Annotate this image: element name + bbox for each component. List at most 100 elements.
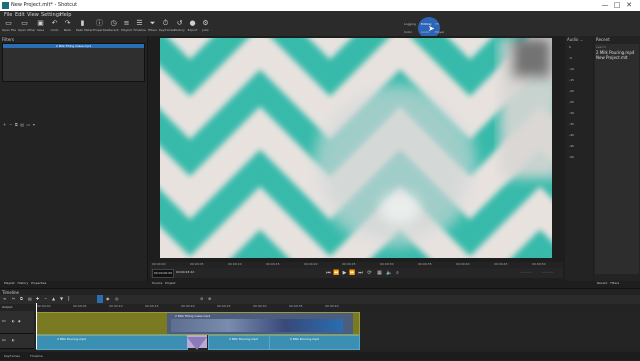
overwrite-icon[interactable]: ▼	[60, 296, 63, 301]
timeline-button[interactable]: ☰ Timeline	[133, 20, 146, 35]
fast-forward-icon[interactable]: ⏩	[349, 269, 356, 277]
properties-button[interactable]: ⓘ Properties	[93, 20, 108, 35]
menu-view[interactable]: View	[27, 12, 39, 18]
split-icon[interactable]: ⫿	[68, 296, 69, 301]
recent-list[interactable]: search 2 Milk Pouring.mp4 New Project.ml…	[595, 44, 639, 274]
scrub-icon[interactable]: ◉	[106, 296, 110, 301]
paste-icon[interactable]: ▤	[28, 296, 32, 301]
meter-scale-label: 0	[569, 45, 571, 49]
remove-icon[interactable]: −	[44, 296, 47, 301]
loop-icon[interactable]: ⟳	[366, 269, 373, 277]
remove-filter-button[interactable]: −	[9, 122, 12, 127]
layout-logging[interactable]: Logging	[404, 22, 416, 26]
keyframes-button[interactable]: ⏱ Keyframes	[159, 20, 175, 35]
deselect-filter-button[interactable]: ▭	[27, 122, 31, 127]
skip-next-icon[interactable]: ⏭	[357, 269, 364, 277]
video-frame[interactable]	[160, 38, 552, 258]
tab-history[interactable]: History	[18, 281, 29, 285]
filter-icon: ⏷	[149, 19, 156, 27]
timeline-ruler[interactable]: 00:00:00 00:00:05 00:00:10 00:00:15 00:0…	[35, 304, 365, 310]
meter-scale-label: -5	[569, 56, 572, 60]
transition-marker[interactable]	[187, 335, 207, 350]
play-icon[interactable]: ▶	[341, 269, 348, 277]
menu-edit[interactable]: Edit	[15, 12, 25, 18]
video-clip[interactable]: 2 Milk Filling Glass.mp4	[36, 312, 360, 335]
tl-ruler-tick: 00:00:20	[181, 304, 195, 308]
mute-icon[interactable]: ◐	[12, 338, 15, 342]
ripple-icon[interactable]: ◎	[115, 296, 119, 301]
jobs-icon: ⚙	[202, 19, 209, 27]
meter-scale-label: -35	[569, 122, 574, 126]
skip-previous-icon[interactable]: ⏮	[325, 269, 332, 277]
tab-source[interactable]: Source	[152, 281, 162, 285]
playlist-button[interactable]: ≡ Playlist	[120, 20, 133, 35]
right-panel-tabs: Recent Filters	[597, 281, 619, 287]
video-clip-label: 2 Milk Filling Glass.mp4	[175, 314, 211, 318]
meter-icon: ▮	[80, 19, 85, 27]
append-icon[interactable]: ✚	[36, 296, 39, 301]
lift-icon[interactable]: ▲	[52, 296, 55, 301]
tab-filters[interactable]: Filters	[610, 281, 619, 285]
undo-button[interactable]: ↶ Undo	[48, 20, 61, 35]
menu-settings[interactable]: Settings	[41, 12, 62, 18]
recent-button[interactable]: ◷ Recent	[107, 20, 120, 35]
rewind-icon[interactable]: ⏪	[333, 269, 340, 277]
tab-keyframes[interactable]: Keyframes	[4, 354, 20, 358]
filter-menu-button[interactable]: ▾	[33, 122, 35, 127]
menu-file[interactable]: File	[4, 12, 12, 18]
audio-clip[interactable]: 2 Milk Pouring.mp4	[36, 335, 188, 350]
minimize-button[interactable]: —	[600, 1, 610, 10]
layout-fx[interactable]: FX	[435, 22, 439, 26]
audio-meter-panel: Audio ... 0 -5 -10 -15 -20 -25 -30 -35 -…	[565, 36, 593, 281]
zoom-in-icon[interactable]: ⊕	[208, 296, 211, 301]
layout-color[interactable]: Color	[404, 30, 412, 34]
copy-filter-button[interactable]: ⧉	[15, 122, 18, 127]
recent-panel: Recent search 2 Milk Pouring.mp4 New Pro…	[594, 36, 640, 281]
folder-icon: ▭	[5, 19, 12, 27]
recent-item[interactable]: New Project.mlt	[595, 55, 639, 60]
add-filter-button[interactable]: +	[3, 122, 6, 127]
tab-recent[interactable]: Recent	[597, 281, 607, 285]
timeline-menu-icon[interactable]: ≡	[3, 296, 6, 301]
mute-icon[interactable]: ◐	[12, 319, 15, 323]
zoom-out-icon[interactable]: ⊖	[200, 296, 203, 301]
close-button[interactable]: ✕	[624, 1, 634, 10]
snap-icon[interactable]	[97, 295, 103, 303]
filter-clip-name[interactable]: 2 Milk Filling Glass.mp4	[3, 44, 144, 48]
filters-button[interactable]: ⏷ Filters	[146, 20, 159, 35]
menu-help[interactable]: Help	[60, 12, 71, 18]
audio-clip[interactable]: 2 Milk Pouring.mp4	[208, 335, 270, 350]
eye-icon[interactable]: ◉	[18, 319, 21, 323]
jobs-button[interactable]: ⚙ Jobs	[199, 20, 212, 35]
tl-ruler-tick: 00:00:25	[217, 304, 231, 308]
redo-button[interactable]: ↷ Redo	[61, 20, 74, 35]
zoom-icon[interactable]: ⌕	[394, 269, 401, 277]
left-panel-tabs: Playlist History Properties	[4, 281, 46, 287]
volume-icon[interactable]: 🔈	[386, 269, 393, 277]
export-button[interactable]: ● Export	[186, 20, 199, 35]
cut-icon[interactable]: ✂	[12, 296, 15, 301]
save-button[interactable]: ▣ Save	[34, 20, 47, 35]
track-header-a1[interactable]: A1 ◐	[0, 334, 34, 349]
tab-properties[interactable]: Properties	[31, 281, 46, 285]
current-timecode[interactable]: 00:00:00:00	[152, 269, 174, 278]
track-header-v1[interactable]: V1 ◐ ◉	[0, 311, 34, 334]
maximize-button[interactable]: □	[612, 1, 622, 10]
open-file-button[interactable]: ▭ Open File	[2, 19, 16, 35]
audio-clip[interactable]: 2 Milk Pouring.mp4	[269, 335, 360, 350]
grid-icon[interactable]: ▦	[376, 269, 383, 277]
peak-meter-button[interactable]: ▮ Peak Meter	[76, 19, 93, 35]
tab-timeline[interactable]: Timeline	[30, 354, 43, 358]
paste-filter-button[interactable]: ▤	[20, 122, 24, 127]
save-icon: ▣	[37, 19, 44, 27]
history-button[interactable]: ↺ History	[173, 20, 186, 35]
list-icon: ≡	[123, 19, 130, 27]
layout-player[interactable]: Player	[435, 30, 444, 34]
copy-icon[interactable]: ⧉	[20, 296, 23, 301]
track-name: V1	[2, 319, 6, 323]
tab-playlist[interactable]: Playlist	[4, 281, 15, 285]
filters-list[interactable]: 2 Milk Filling Glass.mp4	[2, 43, 145, 82]
playhead[interactable]	[36, 303, 37, 349]
tab-project[interactable]: Project	[165, 281, 175, 285]
open-other-button[interactable]: ▭ Open Other	[18, 20, 35, 35]
